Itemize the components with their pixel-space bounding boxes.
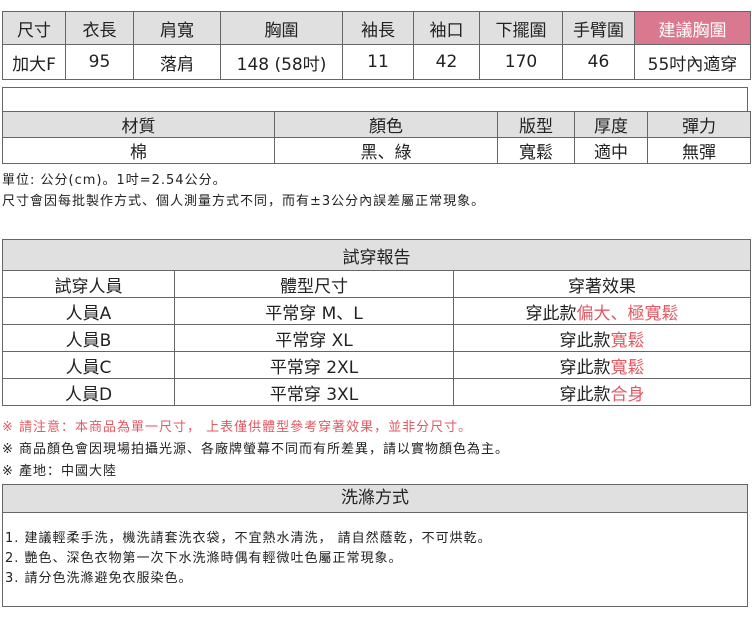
trial-effect-b: 穿此款寬鬆: [453, 324, 751, 352]
trial-person-header: 試穿人員: [2, 270, 175, 298]
trial-person-c: 人員C: [2, 351, 175, 379]
cuff-cell: 42: [413, 44, 480, 80]
washing-item-2: 2. 艷色、深色衣物第一次下水洗滌時偶有輕微吐色屬正常現象。: [5, 551, 403, 566]
trial-person-d: 人員D: [2, 378, 175, 406]
single-size-notice: ※ 請注意：本商品為單一尺寸， 上表僅供體型參考穿著效果，並非分尺寸。: [2, 420, 473, 435]
trial-size-a: 平常穿 M、L: [174, 297, 454, 325]
length-header: 衣長: [65, 11, 134, 45]
hem-header: 下擺圍: [479, 11, 563, 45]
arm-cell: 46: [562, 44, 635, 80]
color-cell: 黑、綠: [274, 137, 498, 164]
elasticity-cell: 無彈: [647, 137, 751, 164]
color-header: 顏色: [274, 111, 498, 138]
size-cell: 加大F: [2, 44, 66, 80]
origin-note: ※ 產地：中國大陸: [2, 464, 118, 479]
elasticity-header: 彈力: [647, 111, 751, 138]
chest-header: 胸圍: [220, 11, 343, 45]
fit-cell: 寬鬆: [497, 137, 575, 164]
trial-person-a: 人員A: [2, 297, 175, 325]
trial-effect-header: 穿著效果: [453, 270, 751, 298]
size-header: 尺寸: [2, 11, 66, 45]
shoulder-header: 肩寬: [133, 11, 221, 45]
trial-effect-d: 穿此款合身: [453, 378, 751, 406]
thickness-header: 厚度: [574, 111, 648, 138]
error-note: 尺寸會因每批製作方式、個人測量方式不同，而有±3公分內誤差屬正常現象。: [2, 194, 486, 209]
cuff-header: 袖口: [413, 11, 480, 45]
suggested-chest-cell: 55吋內適穿: [634, 44, 751, 80]
color-disclaimer: ※ 商品顏色會因現場拍攝光源、各廠牌螢幕不同而有所差異，請以實物顏色為主。: [2, 442, 510, 457]
trial-size-d: 平常穿 3XL: [174, 378, 454, 406]
size-table: 尺寸 衣長 肩寬 胸圍 袖長 袖口 下擺圍 手臂圍 建議胸圍 加大F 95 落肩…: [2, 11, 751, 80]
suggested-chest-header: 建議胸圍: [634, 11, 751, 45]
washing-body: 1. 建議輕柔手洗，機洗請套洗衣袋，不宜熱水清洗， 請自然蔭乾，不可烘乾。 2.…: [2, 512, 748, 607]
spacer-box: [2, 87, 748, 112]
trial-report-table: 試穿報告 試穿人員 體型尺寸 穿著效果 人員A 平常穿 M、L 穿此款偏大、極寬…: [2, 239, 751, 406]
arm-header: 手臂圍: [562, 11, 635, 45]
trial-effect-a: 穿此款偏大、極寬鬆: [453, 297, 751, 325]
material-header: 材質: [2, 111, 275, 138]
sleeve-length-header: 袖長: [342, 11, 414, 45]
trial-report-title: 試穿報告: [2, 239, 751, 271]
hem-cell: 170: [479, 44, 563, 80]
trial-person-b: 人員B: [2, 324, 175, 352]
sleeve-length-cell: 11: [342, 44, 414, 80]
unit-note: 單位: 公分(cm)。1吋=2.54公分。: [2, 173, 227, 188]
material-table: 材質 顏色 版型 厚度 彈力 棉 黑、綠 寬鬆 適中 無彈: [2, 111, 751, 164]
washing-item-1: 1. 建議輕柔手洗，機洗請套洗衣袋，不宜熱水清洗， 請自然蔭乾，不可烘乾。: [5, 531, 492, 546]
washing-title: 洗滌方式: [2, 484, 748, 513]
thickness-cell: 適中: [574, 137, 648, 164]
material-cell: 棉: [2, 137, 275, 164]
shoulder-cell: 落肩: [133, 44, 221, 80]
washing-item-3: 3. 請分色洗滌避免衣服染色。: [5, 571, 193, 586]
trial-size-b: 平常穿 XL: [174, 324, 454, 352]
fit-header: 版型: [497, 111, 575, 138]
trial-effect-c: 穿此款寬鬆: [453, 351, 751, 379]
trial-size-header: 體型尺寸: [174, 270, 454, 298]
trial-size-c: 平常穿 2XL: [174, 351, 454, 379]
chest-cell: 148 (58吋): [220, 44, 343, 80]
length-cell: 95: [65, 44, 134, 80]
